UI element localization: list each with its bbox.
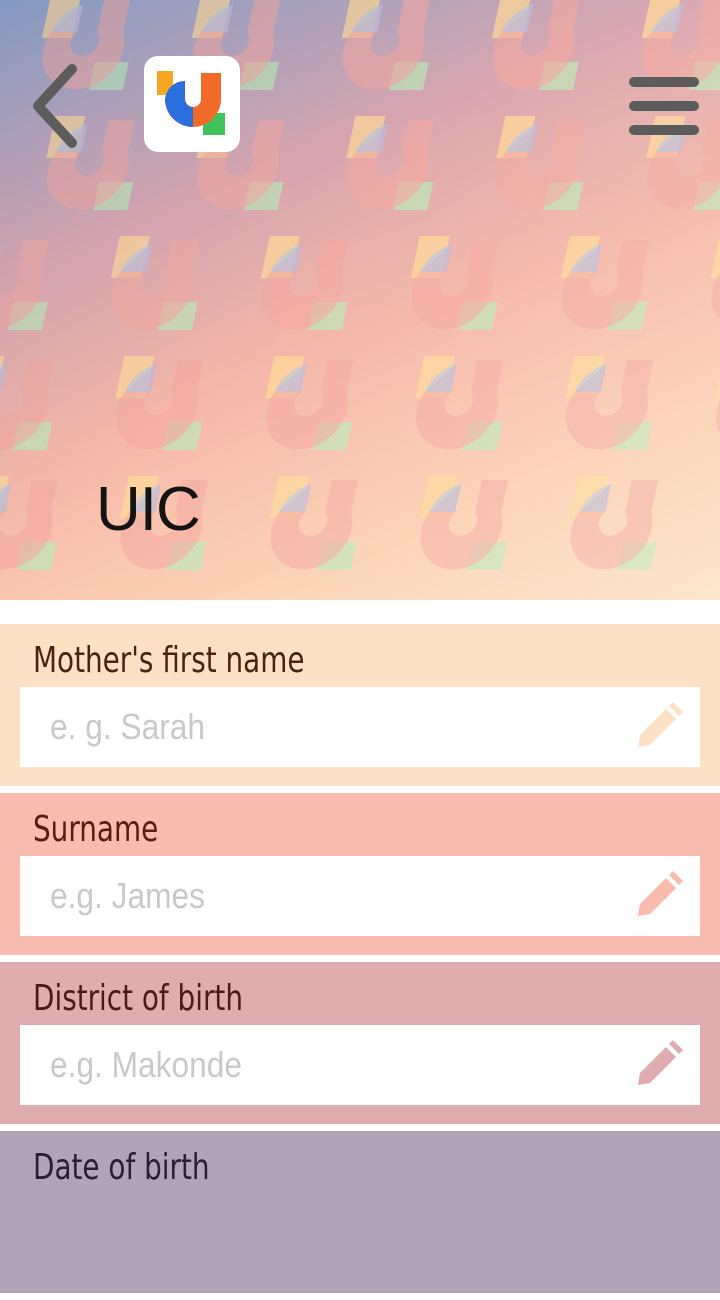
menu-button[interactable] [620, 66, 708, 146]
field-label: Date of birth [33, 1147, 210, 1188]
district-of-birth-input[interactable] [50, 1030, 543, 1100]
chevron-left-icon [33, 64, 77, 148]
field-label: Surname [33, 809, 159, 850]
header-banner: UIC [0, 0, 720, 600]
pencil-icon[interactable] [630, 1037, 686, 1093]
field-date-of-birth: Date of birth [0, 1131, 720, 1293]
back-button[interactable] [24, 58, 88, 154]
field-box[interactable] [20, 687, 700, 767]
surname-input[interactable] [50, 861, 543, 931]
field-mothers-first-name: Mother's first name [0, 624, 720, 786]
field-box[interactable] [20, 1025, 700, 1105]
app-logo[interactable] [144, 56, 240, 152]
hamburger-menu-icon [629, 77, 699, 135]
app-logo-icon [157, 71, 225, 135]
field-box[interactable] [20, 856, 700, 936]
page-title: UIC [96, 475, 201, 544]
pencil-icon[interactable] [630, 699, 686, 755]
field-label: Mother's first name [33, 640, 305, 681]
field-district-of-birth: District of birth [0, 962, 720, 1124]
field-surname: Surname [0, 793, 720, 955]
mothers-first-name-input[interactable] [50, 692, 543, 762]
field-label: District of birth [33, 978, 244, 1019]
uic-form: Mother's first name Surname District [0, 624, 720, 1300]
pencil-icon[interactable] [630, 868, 686, 924]
